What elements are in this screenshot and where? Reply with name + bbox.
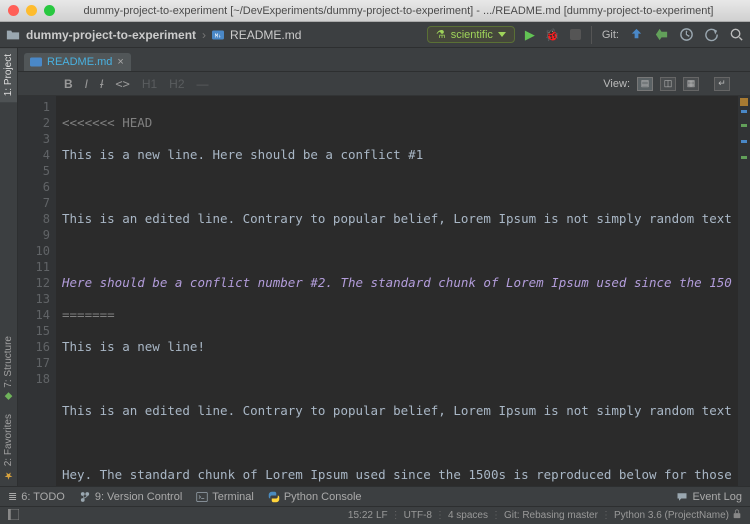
- tab-readme[interactable]: README.md ×: [24, 53, 131, 71]
- terminal-icon: [196, 491, 208, 503]
- bottom-tool-stripe: ≣6: TODO 9: Version Control Terminal Pyt…: [0, 486, 750, 506]
- italic-button[interactable]: I: [85, 77, 88, 91]
- change-marker[interactable]: [741, 156, 747, 159]
- bold-button[interactable]: B: [64, 77, 73, 91]
- stop-button[interactable]: [570, 29, 581, 40]
- window-icon: [8, 509, 19, 520]
- navigation-bar: dummy-project-to-experiment › M↓ README.…: [0, 22, 750, 48]
- breadcrumb-separator: ›: [202, 28, 206, 42]
- close-tab-button[interactable]: ×: [117, 56, 123, 68]
- tool-window-structure[interactable]: ◆7: Structure: [0, 330, 17, 408]
- line-6[interactable]: Here should be a conflict number #2. The…: [62, 275, 750, 291]
- vcs-commit-icon[interactable]: [654, 27, 669, 42]
- line-1[interactable]: <<<<<<< HEAD: [62, 115, 750, 131]
- line-4[interactable]: This is an edited line. Contrary to popu…: [62, 211, 750, 227]
- window-controls: [8, 5, 55, 16]
- vcs-update-icon[interactable]: [629, 27, 644, 42]
- speech-icon: [676, 491, 688, 503]
- code-body[interactable]: <<<<<<< HEAD This is a new line. Here sh…: [56, 96, 750, 486]
- h2-button[interactable]: H2: [169, 77, 184, 91]
- run-button[interactable]: ▶: [525, 27, 535, 43]
- view-label: View:: [603, 78, 630, 90]
- editor-column: README.md × B I I <> H1 H2 — View: ▤ ◫ ▦…: [18, 48, 750, 486]
- line-8[interactable]: This is a new line!: [62, 339, 750, 355]
- scientific-icon: ⚗: [436, 28, 446, 41]
- left-tool-stripe: 1: Project ◆7: Structure ★2: Favorites: [0, 48, 18, 486]
- git-label: Git:: [602, 29, 619, 41]
- line-5[interactable]: [62, 243, 750, 259]
- code-editor[interactable]: 123456789101112131415161718 <<<<<<< HEAD…: [18, 96, 750, 486]
- zoom-window-button[interactable]: [44, 5, 55, 16]
- svg-text:M↓: M↓: [215, 33, 221, 39]
- vcs-history-icon[interactable]: [679, 27, 694, 42]
- line-10[interactable]: This is an edited line. Contrary to popu…: [62, 403, 750, 419]
- macos-titlebar: dummy-project-to-experiment [~/DevExperi…: [0, 0, 750, 22]
- view-preview-only[interactable]: ▦: [683, 77, 699, 91]
- gutter: 123456789101112131415161718: [18, 96, 56, 486]
- branch-icon: [79, 491, 91, 503]
- readonly-toggle[interactable]: [732, 509, 742, 522]
- change-marker[interactable]: [741, 140, 747, 143]
- status-git-branch[interactable]: Git: Rebasing master: [504, 510, 598, 521]
- work-area: 1: Project ◆7: Structure ★2: Favorites R…: [0, 48, 750, 486]
- status-time: 15:22: [348, 510, 373, 521]
- error-stripe[interactable]: [738, 96, 750, 486]
- change-marker[interactable]: [741, 124, 747, 127]
- close-window-button[interactable]: [8, 5, 19, 16]
- tool-window-python-console[interactable]: Python Console: [268, 491, 362, 503]
- tool-window-vcs[interactable]: 9: Version Control: [79, 491, 182, 503]
- tool-window-project[interactable]: 1: Project: [0, 48, 17, 102]
- h1-button[interactable]: H1: [142, 77, 157, 91]
- status-indent[interactable]: 4 spaces: [448, 510, 488, 521]
- tool-windows-toggle[interactable]: [8, 509, 22, 523]
- markdown-icon: [30, 56, 42, 68]
- markdown-icon: M↓: [212, 29, 224, 41]
- search-icon[interactable]: [729, 27, 744, 42]
- editor-tabs: README.md ×: [18, 48, 750, 72]
- hr-button[interactable]: —: [197, 77, 209, 91]
- line-11[interactable]: [62, 435, 750, 451]
- run-config-selector[interactable]: ⚗ scientific: [427, 26, 515, 43]
- tool-window-favorites[interactable]: ★2: Favorites: [0, 408, 17, 486]
- change-marker[interactable]: [741, 110, 747, 113]
- folder-icon: [6, 28, 20, 42]
- status-eol[interactable]: LF: [376, 510, 388, 521]
- breadcrumb-project[interactable]: dummy-project-to-experiment: [26, 28, 196, 42]
- markdown-toolbar: B I I <> H1 H2 — View: ▤ ◫ ▦ ↵: [18, 72, 750, 96]
- line-3[interactable]: [62, 179, 750, 195]
- status-bar: 15:22 LF⋮ UTF-8⋮ 4 spaces⋮ Git: Rebasing…: [0, 506, 750, 524]
- strike-button[interactable]: I: [100, 77, 103, 91]
- run-config-label: scientific: [451, 29, 493, 41]
- event-log[interactable]: Event Log: [676, 491, 742, 503]
- minimize-window-button[interactable]: [26, 5, 37, 16]
- line-7[interactable]: =======: [62, 307, 750, 323]
- debug-button[interactable]: 🐞: [545, 28, 560, 42]
- breadcrumb-file[interactable]: README.md: [230, 28, 301, 42]
- chevron-down-icon: [498, 32, 506, 37]
- status-interpreter[interactable]: Python 3.6 (ProjectName): [614, 510, 729, 521]
- status-encoding[interactable]: UTF-8: [404, 510, 432, 521]
- vcs-revert-icon[interactable]: [704, 27, 719, 42]
- tab-label: README.md: [47, 56, 112, 68]
- divider: [591, 26, 592, 44]
- view-soft-wrap[interactable]: ↵: [714, 77, 730, 91]
- warning-indicator[interactable]: [740, 98, 748, 106]
- window-title: dummy-project-to-experiment [~/DevExperi…: [55, 5, 742, 17]
- line-2[interactable]: This is a new line. Here should be a con…: [62, 147, 750, 163]
- python-icon: [268, 491, 280, 503]
- line-9[interactable]: [62, 371, 750, 387]
- view-split[interactable]: ◫: [660, 77, 676, 91]
- code-button[interactable]: <>: [115, 77, 129, 91]
- view-editor-only[interactable]: ▤: [637, 77, 653, 91]
- line-12[interactable]: Hey. The standard chunk of Lorem Ipsum u…: [62, 467, 750, 483]
- tool-window-todo[interactable]: ≣6: TODO: [8, 490, 65, 503]
- tool-window-terminal[interactable]: Terminal: [196, 491, 254, 503]
